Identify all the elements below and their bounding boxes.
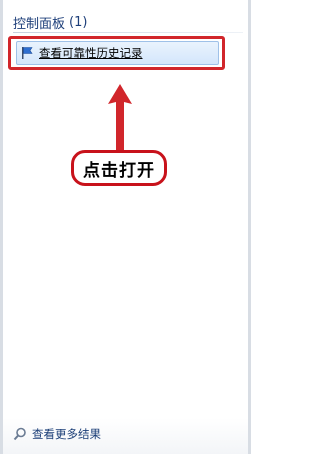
- annotation-callout: 点击打开: [71, 150, 167, 186]
- see-more-results-label: 查看更多结果: [32, 427, 101, 441]
- result-group-header[interactable]: 控制面板 (1): [13, 13, 244, 32]
- group-count: (1): [69, 14, 88, 30]
- group-divider: [13, 32, 243, 33]
- annotation-arrow: [108, 84, 132, 150]
- annotation-highlight-box: [8, 36, 225, 70]
- search-icon: [13, 427, 27, 441]
- group-title: 控制面板: [13, 16, 66, 32]
- see-more-results-link[interactable]: 查看更多结果: [13, 424, 101, 444]
- start-menu-search-panel: 控制面板 (1) 查看可靠性历史记录 点击打开 查看更多结果: [0, 0, 251, 454]
